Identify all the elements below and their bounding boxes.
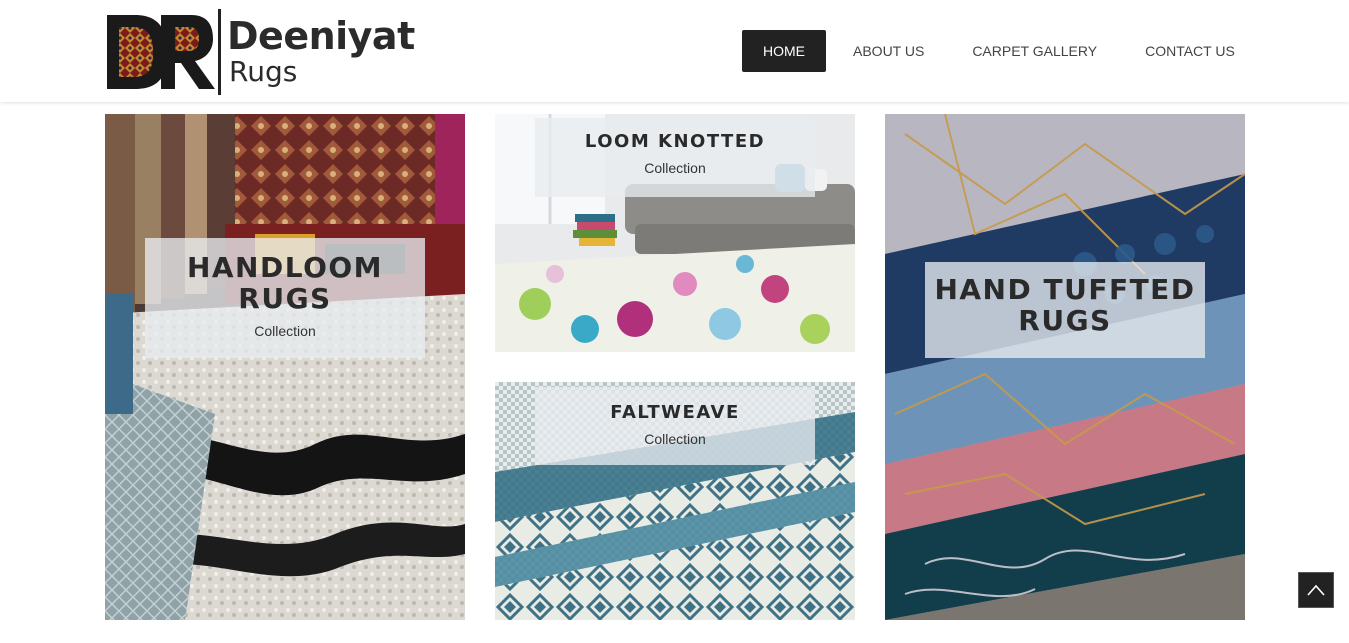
flatweave-caption: FALTWEAVE Collection <box>535 387 815 465</box>
brand-subtitle: Rugs <box>229 55 298 88</box>
loom-knotted-subtitle: Collection <box>644 160 706 177</box>
scroll-to-top-button[interactable] <box>1298 572 1334 608</box>
brand-logo[interactable]: Deeniyat Rugs <box>105 9 415 95</box>
loom-knotted-caption: LOOM KNOTTED Collection <box>535 118 815 197</box>
collection-tile-handloom[interactable]: HANDLOOM RUGS Collection <box>105 114 465 620</box>
hand-tufted-image <box>885 114 1245 620</box>
hand-tufted-caption: HAND TUFFTED RUGS <box>925 262 1205 358</box>
handloom-title-line2: RUGS <box>238 282 332 316</box>
brand-name: Deeniyat <box>227 14 415 58</box>
flatweave-title: FALTWEAVE <box>610 402 740 423</box>
flatweave-subtitle: Collection <box>644 431 706 448</box>
handloom-subtitle: Collection <box>254 322 316 339</box>
logo-divider <box>218 9 221 95</box>
collection-tile-hand-tufted[interactable]: HAND TUFFTED RUGS <box>885 114 1245 620</box>
logo-wordmark: Deeniyat Rugs <box>227 15 415 87</box>
dr-monogram-icon <box>107 15 215 89</box>
site-header: Deeniyat Rugs HOME ABOUT US CARPET GALLE… <box>0 0 1349 102</box>
nav-contact-us[interactable]: CONTACT US <box>1124 30 1256 72</box>
hand-tufted-title-line2: RUGS <box>1018 304 1112 338</box>
handloom-title-line1: HANDLOOM <box>186 251 384 284</box>
loom-knotted-title: LOOM KNOTTED <box>584 131 766 152</box>
chevron-up-icon <box>1307 584 1325 596</box>
handloom-caption: HANDLOOM RUGS Collection <box>145 238 425 358</box>
hand-tufted-title-line1: HAND TUFFTED <box>934 273 1196 306</box>
nav-about-us[interactable]: ABOUT US <box>832 30 945 72</box>
nav-carpet-gallery[interactable]: CARPET GALLERY <box>951 30 1118 72</box>
main-nav: HOME ABOUT US CARPET GALLERY CONTACT US <box>742 30 1256 72</box>
handloom-rugs-image <box>105 114 465 620</box>
nav-home[interactable]: HOME <box>742 30 826 72</box>
collection-tile-loom-knotted[interactable]: LOOM KNOTTED Collection <box>495 114 855 352</box>
collection-tile-flatweave[interactable]: FALTWEAVE Collection <box>495 382 855 620</box>
